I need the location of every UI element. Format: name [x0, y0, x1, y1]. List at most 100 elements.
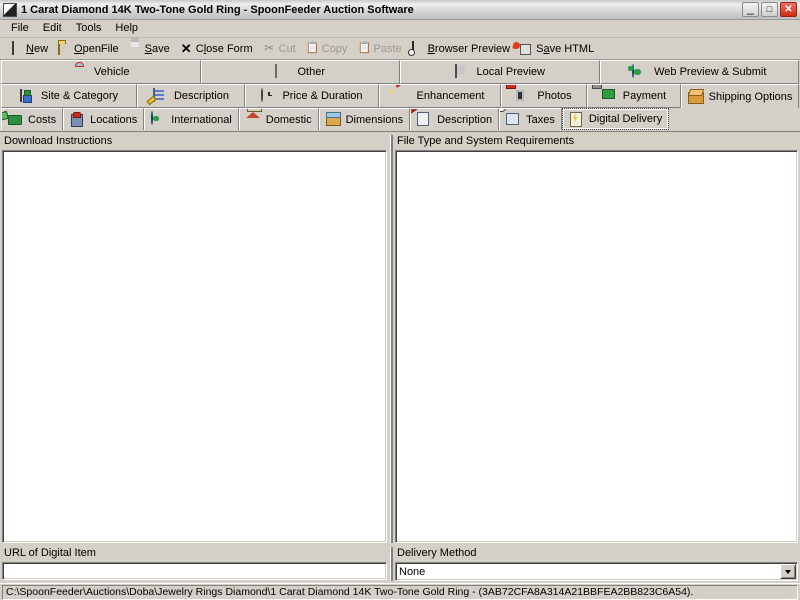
tab-enhancement-label: Enhancement — [416, 90, 485, 102]
menu-item-file[interactable]: File — [4, 21, 36, 36]
tab-photos[interactable]: Photos — [501, 84, 587, 108]
tab-price-duration[interactable]: Price & Duration — [245, 84, 379, 108]
menu-item-help[interactable]: Help — [108, 21, 145, 36]
open-folder-icon — [58, 41, 71, 55]
toolbar-new-button[interactable]: New — [6, 40, 54, 57]
save-html-icon — [520, 42, 533, 55]
globe-icon — [632, 63, 648, 80]
tab-shipping-options[interactable]: Shipping Options — [681, 84, 799, 108]
toolbar-close-form-button[interactable]: ✕ Close Form — [176, 40, 259, 57]
home-domestic-icon — [246, 112, 262, 127]
file-type-requirements-textarea[interactable] — [395, 150, 798, 543]
tab-row-secondary: Site & Category Description Price & Dura… — [0, 84, 800, 108]
subtab-locations[interactable]: Locations — [63, 108, 145, 130]
toolbar-cut-button: ✂ Cut — [259, 40, 302, 57]
toolbar-cut-label: Cut — [278, 42, 296, 55]
tab-site-category[interactable]: Site & Category — [1, 84, 137, 108]
url-digital-item-group: URL of Digital Item — [2, 547, 387, 581]
delivery-method-group: Delivery Method None — [395, 547, 798, 581]
close-button[interactable]: ✕ — [780, 2, 797, 17]
pane-splitter[interactable] — [387, 135, 395, 543]
subtab-domestic-label: Domestic — [265, 113, 312, 126]
barcode-icon — [275, 63, 291, 80]
application-window: 1 Carat Diamond 14K Two-Tone Gold Ring -… — [0, 0, 800, 600]
delivery-method-value: None — [399, 565, 426, 578]
app-icon — [3, 2, 17, 17]
location-building-icon — [70, 112, 86, 127]
tab-other[interactable]: Other — [200, 60, 400, 84]
subtab-taxes[interactable]: Taxes — [499, 108, 562, 130]
tab-web-preview-submit[interactable]: Web Preview & Submit — [599, 60, 799, 84]
panes-container: Download Instructions File Type and Syst… — [2, 135, 798, 543]
url-digital-item-input[interactable] — [2, 562, 387, 580]
toolbar-save-label: Save — [144, 42, 170, 55]
scissors-icon: ✂ — [264, 41, 275, 55]
money-costs-icon — [8, 112, 24, 127]
browser-preview-icon — [411, 41, 425, 55]
paste-icon: 📋 — [357, 42, 372, 54]
toolbar-save-button[interactable]: Save — [125, 40, 176, 57]
new-page-icon — [10, 41, 23, 55]
subtab-international[interactable]: International — [144, 108, 239, 130]
tab-local-preview[interactable]: Local Preview — [400, 60, 600, 84]
tab-row-subtabs: Costs Locations International Domestic D… — [0, 108, 800, 131]
menu-item-tools[interactable]: Tools — [69, 21, 109, 36]
subtab-domestic[interactable]: Domestic — [238, 108, 319, 130]
maximize-icon: □ — [766, 4, 773, 14]
tab-description[interactable]: Description — [137, 84, 245, 108]
car-icon — [72, 65, 88, 80]
tab-vehicle-label: Vehicle — [94, 66, 130, 78]
tab-enhancement[interactable]: Enhancement — [379, 84, 501, 108]
toolbar: New OpenFile Save ✕ Close Form ✂ Cut 📋 C… — [0, 38, 800, 60]
toolbar-browser-preview-button[interactable]: Browser Preview — [408, 40, 517, 57]
subtab-international-label: International — [171, 113, 232, 126]
taxes-icon — [506, 112, 522, 127]
toolbar-close-form-label: Close Form — [195, 42, 253, 55]
subtab-digital-delivery[interactable]: Digital Delivery — [561, 108, 670, 130]
file-type-requirements-pane: File Type and System Requirements — [395, 135, 798, 543]
file-type-requirements-label: File Type and System Requirements — [397, 135, 575, 147]
window-title: 1 Carat Diamond 14K Two-Tone Gold Ring -… — [21, 3, 414, 16]
title-bar: 1 Carat Diamond 14K Two-Tone Gold Ring -… — [0, 0, 800, 20]
subtab-dimensions[interactable]: Dimensions — [318, 108, 411, 130]
download-instructions-textarea[interactable] — [2, 150, 387, 543]
subtab-locations-label: Locations — [90, 113, 138, 126]
minimize-icon: _ — [747, 1, 754, 15]
toolbar-save-html-button[interactable]: Save HTML — [516, 40, 600, 57]
menu-item-edit[interactable]: Edit — [36, 21, 69, 36]
close-x-icon: ✕ — [180, 41, 192, 56]
subtab-taxes-label: Taxes — [526, 113, 555, 126]
tab-photos-label: Photos — [537, 90, 572, 102]
menu-bar: File Edit Tools Help — [0, 20, 800, 38]
globe-international-icon — [151, 111, 167, 127]
tab-description-label: Description — [173, 90, 230, 102]
tab-web-preview-submit-label: Web Preview & Submit — [654, 66, 767, 78]
delivery-method-select[interactable]: None — [395, 562, 798, 581]
magic-wand-icon — [396, 89, 412, 104]
toolbar-save-html-label: Save HTML — [536, 42, 595, 55]
tab-row-primary: Vehicle Other Local Preview Web Preview … — [0, 60, 800, 84]
maximize-button[interactable]: □ — [761, 2, 778, 17]
subtab-description-label: Description — [437, 113, 493, 126]
dimensions-box-icon — [326, 112, 342, 127]
bottom-splitter — [387, 547, 395, 581]
toolbar-openfile-label: OpenFile — [74, 42, 119, 55]
tab-shipping-options-label: Shipping Options — [708, 90, 793, 103]
chevron-down-icon[interactable] — [780, 564, 796, 579]
clock-icon — [261, 87, 277, 104]
tab-payment-label: Payment — [622, 90, 667, 102]
minimize-button[interactable]: _ — [742, 2, 759, 17]
toolbar-copy-button: 📋 Copy — [302, 40, 354, 57]
tab-vehicle[interactable]: Vehicle — [1, 60, 201, 84]
download-instructions-label: Download Instructions — [4, 135, 113, 147]
site-category-icon — [20, 89, 36, 104]
digital-delivery-panel: Download Instructions File Type and Syst… — [0, 131, 800, 583]
status-path-text: C:\SpoonFeeder\Auctions\Doba\Jewelry Rin… — [2, 584, 798, 600]
toolbar-new-label: New — [26, 42, 49, 55]
toolbar-browser-preview-label: Browser Preview — [427, 42, 511, 55]
subtab-description[interactable]: Description — [410, 108, 500, 130]
subtab-costs[interactable]: Costs — [1, 108, 64, 130]
toolbar-openfile-button[interactable]: OpenFile — [54, 40, 125, 57]
tab-payment[interactable]: Payment — [587, 84, 681, 108]
window-controls: _ □ ✕ — [742, 2, 799, 17]
